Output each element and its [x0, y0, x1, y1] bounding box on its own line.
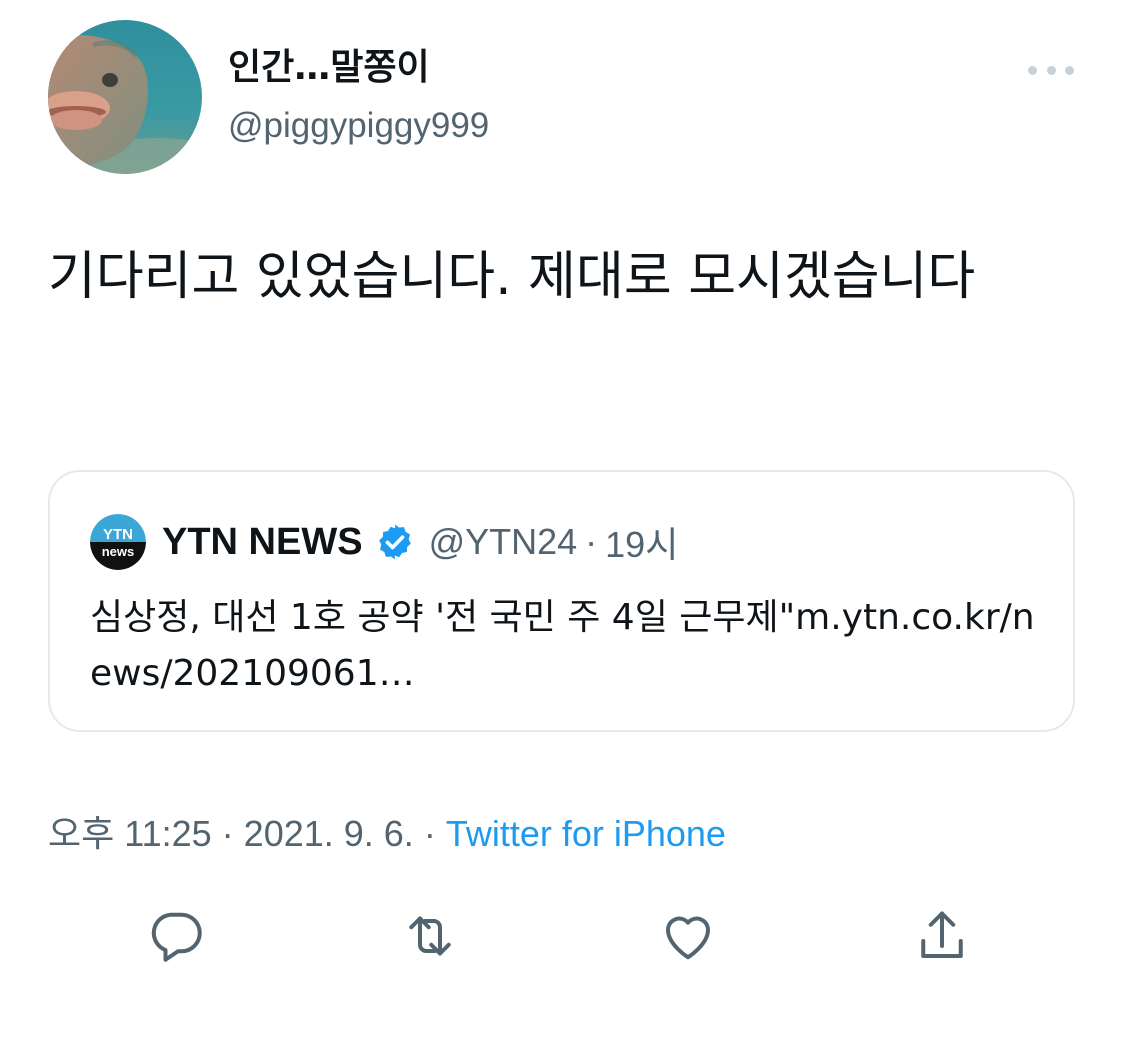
ytn-logo-icon: YTN news [90, 514, 146, 570]
dot [1065, 65, 1074, 75]
quoted-author-handle: @YTN24 [428, 521, 578, 562]
reply-icon[interactable] [146, 906, 206, 966]
retweet-icon[interactable] [400, 906, 460, 966]
tweet-date[interactable]: 2021. 9. 6. [244, 813, 414, 854]
dot [1028, 65, 1037, 75]
quoted-tweet-text: 심상정, 대선 1호 공약 '전 국민 주 4일 근무제"m.ytn.co.kr… [90, 597, 1035, 694]
quoted-author-name: YTN NEWS [162, 520, 363, 563]
like-icon[interactable] [658, 906, 718, 966]
more-options-icon[interactable] [1028, 58, 1074, 82]
tweet-text: 기다리고 있었습니다. 제대로 모시겠습니다 [48, 247, 976, 307]
quoted-timestamp: 19시 [605, 524, 679, 565]
meta-separator: · [413, 813, 446, 854]
quoted-tweet-card[interactable]: YTN news YTN NEWS @YTN24 · 19시 심상정, 대선 1… [48, 470, 1075, 732]
author-handle[interactable]: @piggypiggy999 [228, 103, 489, 149]
ytn-logo-top-text: YTN [103, 526, 133, 543]
author-avatar[interactable] [48, 20, 202, 174]
author-display-name[interactable]: 인간…말쫑이 [228, 44, 430, 92]
tweet-source-link[interactable]: Twitter for iPhone [446, 813, 726, 854]
verified-badge-icon [375, 522, 415, 562]
quoted-separator: · [585, 521, 598, 562]
ytn-logo-bottom-text: news [102, 544, 135, 559]
tweet-meta: 오후 11:25 · 2021. 9. 6. · Twitter for iPh… [48, 808, 726, 860]
share-icon[interactable] [912, 906, 972, 966]
tweet-time[interactable]: 오후 11:25 [48, 813, 212, 854]
dot [1046, 65, 1056, 75]
meta-separator: · [211, 813, 244, 854]
quoted-author-avatar: YTN news [90, 514, 146, 570]
quoted-header: YTN NEWS @YTN24 · 19시 [162, 516, 678, 568]
fish-avatar-image [48, 20, 202, 174]
